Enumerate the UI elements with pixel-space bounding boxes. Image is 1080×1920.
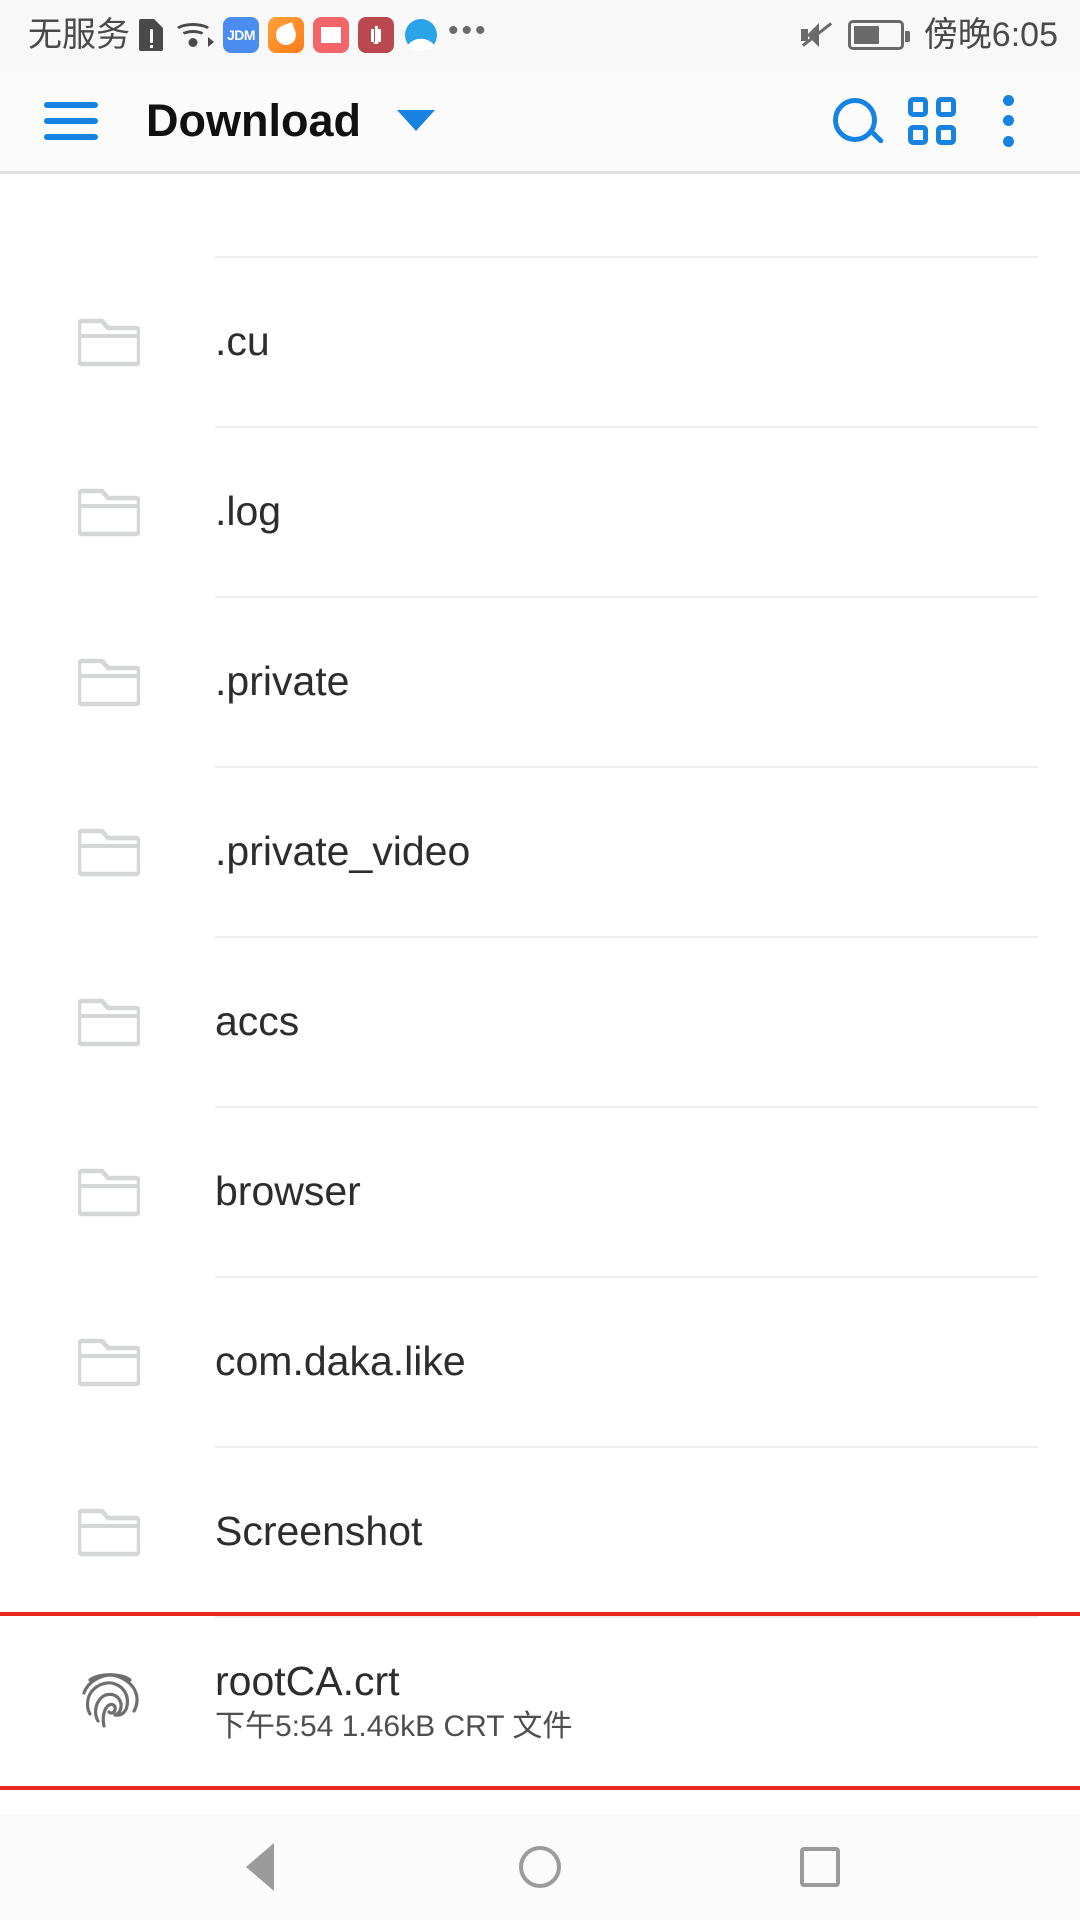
grid-view-button[interactable] (894, 83, 970, 159)
phone-screen: 无服务 JDM ••• 傍晚6:05 Download .cu .log .pr… (0, 0, 1080, 1920)
file-text-cell: Screenshot (215, 1507, 423, 1554)
file-name: browser (215, 1167, 361, 1214)
file-icon-cell (0, 315, 215, 367)
sim-alert-icon (139, 19, 163, 51)
page-title: Download (146, 95, 361, 146)
file-name: .log (215, 487, 282, 534)
app-huawei-icon (358, 17, 394, 53)
file-list-item[interactable]: .log (0, 426, 1080, 596)
recents-square-icon (800, 1847, 840, 1887)
folder-icon (78, 825, 140, 877)
status-bar-left: 无服务 JDM ••• (28, 14, 489, 54)
file-text-cell: com.daka.like (215, 1337, 466, 1384)
file-list-item[interactable]: com.daka.like (0, 1276, 1080, 1446)
more-notifications-icon: ••• (448, 14, 489, 47)
mute-icon (800, 20, 834, 50)
app-uc-browser-icon (268, 17, 304, 53)
status-bar-right: 傍晚6:05 (800, 18, 1058, 52)
grid-view-icon (908, 96, 956, 145)
folder-icon (78, 315, 140, 367)
file-name: Screenshot (215, 1507, 423, 1554)
folder-icon (78, 655, 140, 707)
file-list[interactable]: .cu .log .private .private_video accs br… (0, 174, 1080, 1814)
search-icon (832, 97, 880, 145)
home-circle-icon (519, 1846, 561, 1888)
status-bar: 无服务 JDM ••• 傍晚6:05 (0, 0, 1080, 70)
more-vertical-icon (1001, 94, 1015, 147)
file-list-item[interactable]: browser (0, 1106, 1080, 1276)
app-toolbar: Download (0, 70, 1080, 174)
app-reader-icon (313, 17, 349, 53)
file-name: .private_video (215, 827, 471, 874)
file-list-item[interactable]: accs (0, 936, 1080, 1106)
folder-icon (78, 995, 140, 1047)
file-meta: 下午5:54 1.46kB CRT 文件 (215, 1709, 573, 1743)
file-icon-cell (0, 485, 215, 537)
file-icon-cell (0, 1505, 215, 1557)
file-list-item[interactable]: .private_video (0, 766, 1080, 936)
clock-label: 傍晚6:05 (923, 16, 1058, 54)
file-text-cell: accs (215, 997, 300, 1044)
file-name: rootCA.crt (215, 1658, 400, 1705)
file-icon-cell (0, 1666, 215, 1736)
home-button[interactable] (480, 1814, 600, 1920)
app-jdm-icon: JDM (223, 17, 259, 53)
folder-icon (78, 485, 140, 537)
file-icon-cell (0, 1165, 215, 1217)
overflow-menu-button[interactable] (970, 83, 1046, 159)
fingerprint-icon (78, 1666, 142, 1736)
battery-icon (847, 20, 910, 50)
file-list-item[interactable]: .private (0, 596, 1080, 766)
file-text-cell: .cu (215, 317, 270, 364)
file-icon-cell (0, 995, 215, 1047)
file-text-cell: .private (215, 657, 350, 704)
file-list-item[interactable]: Screenshot (0, 1446, 1080, 1616)
hamburger-menu-icon[interactable] (44, 101, 98, 140)
search-button[interactable] (818, 83, 894, 159)
file-text-cell: .log (215, 487, 282, 534)
chevron-down-icon[interactable] (396, 110, 435, 131)
file-name: accs (215, 997, 300, 1044)
android-navigation-bar (0, 1814, 1080, 1920)
back-button[interactable] (200, 1814, 320, 1920)
wifi-icon (172, 19, 214, 51)
recents-button[interactable] (760, 1814, 880, 1920)
carrier-label: 无服务 (28, 16, 130, 54)
file-list-item[interactable]: .cu (0, 256, 1080, 426)
file-text-cell: rootCA.crt 下午5:54 1.46kB CRT 文件 (215, 1658, 573, 1743)
file-name: .private (215, 657, 350, 704)
file-list-item-selected[interactable]: rootCA.crt 下午5:54 1.46kB CRT 文件 (0, 1612, 1080, 1790)
file-name: .cu (215, 317, 270, 364)
file-icon-cell (0, 1335, 215, 1387)
file-name: com.daka.like (215, 1337, 466, 1384)
file-icon-cell (0, 825, 215, 877)
file-text-cell: .private_video (215, 827, 471, 874)
folder-icon (78, 1505, 140, 1557)
app-cloud-icon (403, 17, 439, 53)
folder-icon (78, 1165, 140, 1217)
file-icon-cell (0, 655, 215, 707)
file-text-cell: browser (215, 1167, 361, 1214)
folder-icon (78, 1335, 140, 1387)
back-triangle-icon (246, 1843, 274, 1891)
